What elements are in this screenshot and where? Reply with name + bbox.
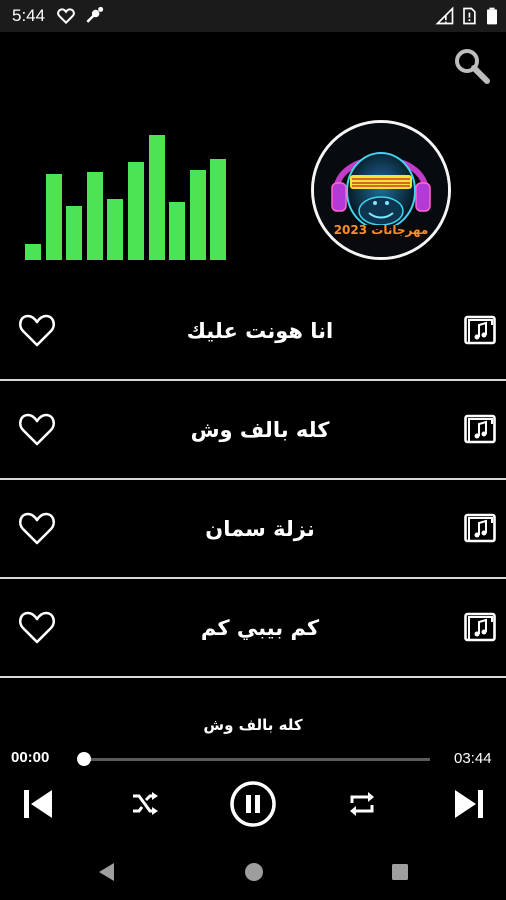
album-art: مهرجانات 2023 — [311, 120, 451, 260]
song-title: انا هونت عليك — [186, 319, 334, 343]
equalizer-bar — [189, 170, 206, 260]
song-row[interactable]: كله بالف وش — [0, 381, 506, 479]
equalizer-bar — [169, 202, 186, 260]
equalizer-bar — [86, 172, 103, 260]
equalizer-bar — [66, 206, 83, 260]
heart-icon — [57, 8, 75, 25]
current-time: 00:00 — [11, 749, 50, 766]
heart-icon[interactable] — [18, 312, 56, 348]
total-time: 03:44 — [454, 750, 492, 767]
home-icon[interactable] — [243, 861, 265, 883]
heart-icon[interactable] — [18, 510, 56, 546]
shuffle-icon[interactable] — [131, 791, 159, 817]
seek-bar[interactable] — [77, 752, 430, 766]
skip-previous-icon[interactable] — [20, 786, 56, 822]
equalizer-bar — [25, 244, 41, 260]
search-icon[interactable] — [452, 46, 492, 86]
repeat-icon[interactable] — [348, 791, 376, 817]
song-row[interactable]: انا هونت عليك — [0, 282, 506, 380]
navigation-bar — [0, 842, 506, 900]
divider — [0, 676, 506, 678]
album-logo-text: مهرجانات 2023 — [333, 223, 429, 237]
equalizer-bar — [210, 159, 227, 260]
audio-visualizer — [0, 100, 240, 270]
recents-icon[interactable] — [390, 862, 410, 882]
song-title: نزلة سمان — [205, 517, 315, 541]
now-playing-title: كله بالف وش — [203, 716, 303, 734]
song-title: كله بالف وش — [190, 418, 330, 442]
notification-icon — [86, 6, 104, 23]
song-title: كم بيبي كم — [200, 616, 320, 640]
skip-next-icon[interactable] — [451, 786, 487, 822]
music-file-icon[interactable] — [464, 612, 496, 642]
equalizer-bar — [45, 174, 62, 260]
sim-alert-icon — [463, 7, 476, 25]
signal-icon — [435, 6, 454, 25]
seek-thumb[interactable] — [77, 752, 91, 766]
status-time: 5:44 — [12, 6, 46, 25]
heart-icon[interactable] — [18, 609, 56, 645]
equalizer-bar — [107, 199, 124, 260]
equalizer-bar — [128, 162, 144, 260]
music-file-icon[interactable] — [464, 315, 496, 345]
heart-icon[interactable] — [18, 411, 56, 447]
status-bar: 5:44 — [0, 0, 506, 32]
music-file-icon[interactable] — [464, 513, 496, 543]
music-file-icon[interactable] — [464, 414, 496, 444]
song-row[interactable]: نزلة سمان — [0, 480, 506, 578]
battery-icon — [487, 7, 497, 25]
pause-icon[interactable] — [229, 780, 277, 828]
back-icon[interactable] — [96, 861, 116, 883]
equalizer-bar — [148, 135, 165, 260]
song-row[interactable]: كم بيبي كم — [0, 579, 506, 677]
